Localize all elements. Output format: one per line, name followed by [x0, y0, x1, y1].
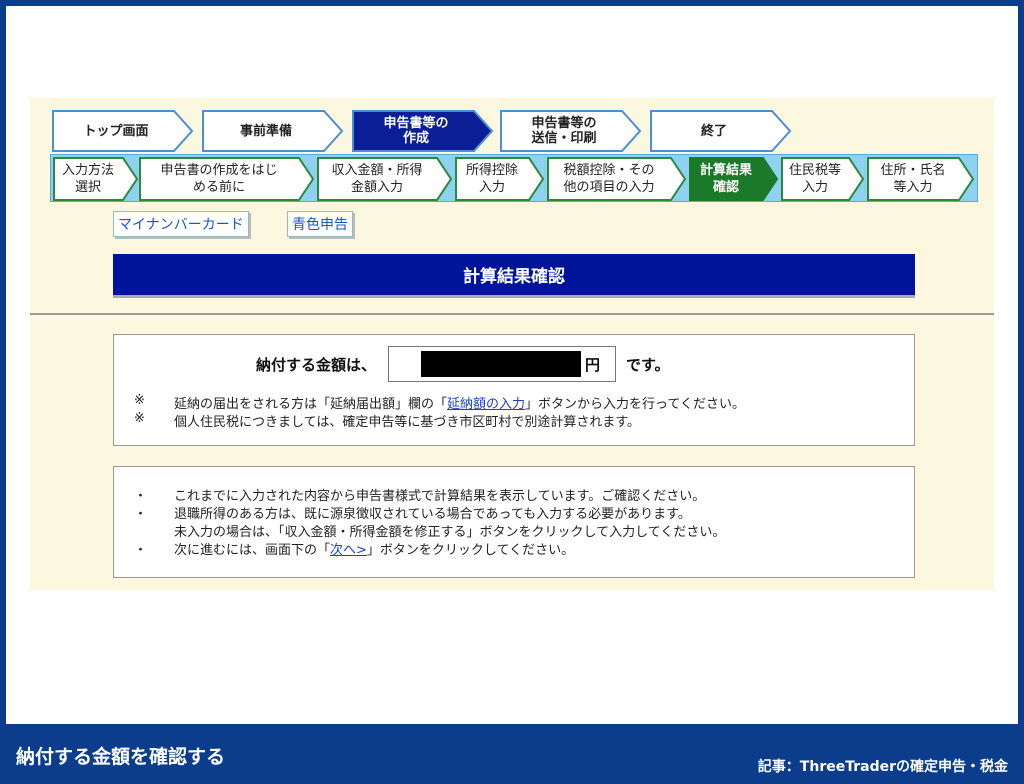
note-mark: ※ — [134, 393, 145, 408]
amount-prefix: 納付する金額は、 — [256, 355, 377, 374]
yen-unit: 円 — [585, 355, 601, 374]
installment-input-link[interactable]: 延納額の入力 — [447, 397, 525, 412]
amount-suffix: です。 — [626, 355, 670, 374]
amount-panel: 納付する金額は、 円 です。 ※ 延納の届出をされる方は「延納届出額」欄の「延納… — [113, 334, 915, 446]
bullet: ・ — [134, 489, 148, 504]
page-title: 計算結果確認 — [113, 254, 915, 298]
top-step-label: トップ画面 — [83, 123, 149, 139]
sub-progress: 入力方法 選択 申告書の作成をはじ める前に 収入金額・所得 金額入力 所得控除… — [50, 154, 978, 202]
info-text: 退職所得のある方は、既に源泉徴収されている場合であっても入力する必要があります。 — [174, 507, 691, 522]
note-text: 個人住民税につきましては、確定申告等に基づき市区町村で別途計算されます。 — [174, 415, 641, 430]
note-text: 延納の届出をされる方は「延納届出額」欄の「延納額の入力」ボタンから入力を行ってく… — [174, 393, 745, 412]
info-text-pre: 次に進むには、画面下の「 — [174, 543, 331, 558]
sub-step-label: 収入金額・所得 金額入力 — [331, 163, 423, 195]
top-step-label: 申告書等の 作成 — [383, 116, 449, 146]
note-text-post: 」ボタンから入力を行ってください。 — [525, 397, 745, 412]
sub-step-label: 所得控除 入力 — [465, 163, 518, 195]
mynumber-card-link[interactable]: マイナンバーカード — [113, 211, 249, 237]
top-step-label: 申告書等の 送信・印刷 — [531, 116, 597, 146]
redacted-amount — [421, 351, 582, 377]
info-panel: ・ これまでに入力された内容から申告書様式で計算結果を表示しています。ご確認くだ… — [113, 466, 915, 578]
sub-step-label: 申告書の作成をはじ める前に — [160, 163, 278, 195]
sub-step-label: 入力方法 選択 — [61, 163, 114, 195]
caption-title: 納付する金額を確認する — [16, 746, 226, 768]
sub-step-label: 住所・氏名 等入力 — [880, 163, 946, 195]
info-item: ・ 次に進むには、画面下の「次へ>」ボタンをクリックしてください。 — [134, 539, 574, 558]
top-step-label: 終了 — [700, 123, 727, 139]
next-link[interactable]: 次へ> — [330, 543, 367, 558]
info-text: これまでに入力された内容から申告書様式で計算結果を表示しています。ご確認ください… — [174, 489, 706, 504]
sub-step-label: 税額控除・その 他の項目の入力 — [563, 163, 655, 195]
bullet — [134, 521, 174, 540]
sub-step-label: 住民税等 入力 — [788, 163, 841, 195]
note-installment: ※ 延納の届出をされる方は「延納届出額」欄の「延納額の入力」ボタンから入力を行っ… — [134, 393, 745, 412]
section-divider — [30, 313, 994, 315]
blue-return-link[interactable]: 青色申告 — [287, 211, 353, 237]
info-item: 未入力の場合は、「収入金額・所得金額を修正する」ボタンをクリックして入力してくだ… — [134, 521, 725, 540]
amount-row: 納付する金額は、 円 です。 — [256, 346, 670, 382]
bullet: ・ — [134, 507, 148, 522]
info-text: 未入力の場合は、「収入金額・所得金額を修正する」ボタンをクリックして入力してくだ… — [174, 525, 726, 540]
caption-source: 記事：ThreeTraderの確定申告・税金 — [757, 759, 1008, 775]
amount-field: 円 — [388, 346, 617, 382]
bullet: ・ — [134, 543, 148, 558]
info-text-post: 」ボタンをクリックしてください。 — [366, 543, 575, 558]
info-text: 次に進むには、画面下の「次へ>」ボタンをクリックしてください。 — [174, 539, 574, 558]
note-mark: ※ — [134, 411, 145, 426]
note-resident-tax: ※ 個人住民税につきましては、確定申告等に基づき市区町村で別途計算されます。 — [134, 411, 640, 430]
info-item: ・ これまでに入力された内容から申告書様式で計算結果を表示しています。ご確認くだ… — [134, 485, 705, 504]
caption-footer: 納付する金額を確認する 記事：ThreeTraderの確定申告・税金 — [0, 724, 1024, 784]
note-text-pre: 延納の届出をされる方は「延納届出額」欄の「 — [174, 397, 448, 412]
etax-panel: トップ画面 事前準備 申告書等の 作成 申告書等の 送信・印刷 終了 入力方法 … — [30, 98, 994, 590]
sub-step-label: 計算結果 確認 — [699, 163, 752, 195]
top-step-label: 事前準備 — [239, 123, 292, 139]
info-item: ・ 退職所得のある方は、既に源泉徴収されている場合であっても入力する必要がありま… — [134, 503, 691, 522]
